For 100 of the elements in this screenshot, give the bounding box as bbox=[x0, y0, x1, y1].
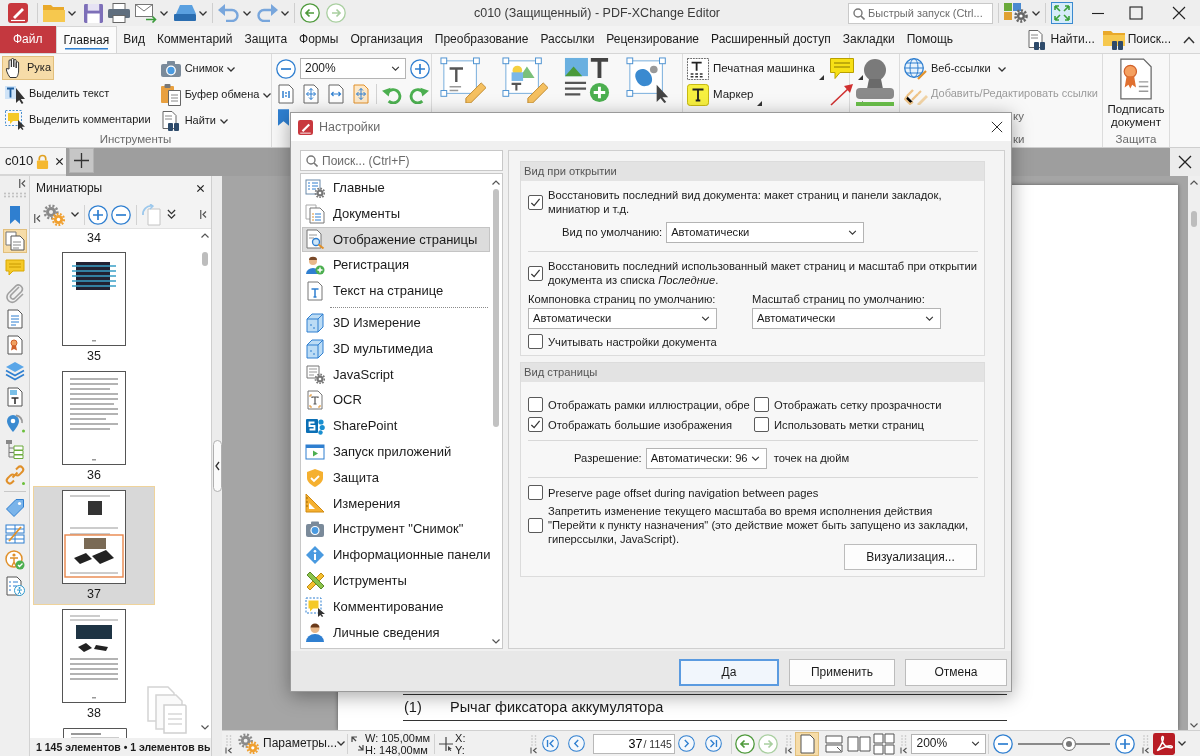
scanner-icon[interactable] bbox=[174, 5, 196, 21]
checkbox[interactable] bbox=[754, 417, 769, 433]
menu-tab[interactable]: Комментарий bbox=[150, 26, 239, 53]
fit-width-icon[interactable] bbox=[326, 84, 346, 104]
edit-image-frame-icon[interactable] bbox=[502, 57, 548, 103]
hand-tool-button[interactable]: Рука bbox=[2, 56, 54, 80]
checkbox[interactable] bbox=[528, 265, 543, 281]
category-item[interactable]: Регистрация bbox=[302, 252, 490, 279]
chevron-up-icon[interactable] bbox=[492, 180, 500, 185]
caret-icon[interactable] bbox=[1178, 741, 1187, 746]
collapse-arrow-icon[interactable] bbox=[200, 210, 207, 219]
envelope-icon[interactable] bbox=[135, 3, 157, 23]
fit-visible-icon[interactable] bbox=[351, 84, 371, 104]
thumbnail-item[interactable]: 35 bbox=[33, 248, 155, 367]
quick-launch-field[interactable]: Быстрый запуск (Ctrl... bbox=[848, 2, 993, 24]
plus-icon[interactable] bbox=[69, 148, 94, 173]
chevron-down-icon[interactable] bbox=[492, 639, 500, 644]
category-item[interactable]: 3D Измерение bbox=[302, 310, 490, 336]
previous-page-icon[interactable] bbox=[568, 735, 586, 752]
chevron-up-icon[interactable] bbox=[201, 233, 209, 238]
collapse-arrow-icon[interactable] bbox=[34, 214, 41, 223]
search-field[interactable]: Поиск... (Ctrl+F) bbox=[300, 150, 503, 171]
caret-icon[interactable] bbox=[199, 10, 207, 16]
close-icon[interactable] bbox=[196, 184, 205, 193]
zoom-in-icon[interactable] bbox=[410, 58, 430, 79]
category-item[interactable]: Инструмент "Снимок" bbox=[302, 516, 490, 543]
find-command-button[interactable]: Поиск... bbox=[1102, 26, 1171, 53]
checkbox[interactable] bbox=[528, 485, 543, 501]
collapse-arrow-icon[interactable] bbox=[1142, 733, 1151, 754]
stacked-pages-icon[interactable] bbox=[825, 734, 844, 753]
category-item[interactable]: SharePoint bbox=[302, 413, 490, 439]
category-item[interactable]: 3D мультимедиа bbox=[302, 335, 490, 362]
apply-button[interactable]: Применить bbox=[789, 659, 895, 686]
category-item[interactable]: Информационные панели bbox=[302, 542, 490, 568]
corner-arrow-icon[interactable] bbox=[857, 75, 863, 80]
next-page-icon[interactable] bbox=[678, 735, 696, 752]
actual-size-page-icon[interactable] bbox=[276, 84, 296, 104]
checkbox[interactable] bbox=[754, 397, 769, 413]
dropdown[interactable]: Автоматически bbox=[528, 308, 717, 330]
first-page-icon[interactable] bbox=[542, 735, 560, 752]
snapshot-button[interactable]: Снимок bbox=[157, 58, 239, 80]
options-button[interactable]: Параметры... bbox=[238, 733, 344, 754]
caret-icon[interactable] bbox=[1032, 10, 1040, 16]
zoom-out-icon[interactable] bbox=[111, 204, 131, 225]
category-item[interactable]: Защита bbox=[302, 464, 490, 491]
collapse-arrow-icon[interactable] bbox=[530, 733, 539, 754]
menu-tab[interactable]: Формы bbox=[293, 26, 345, 53]
fullscreen-icon[interactable] bbox=[1051, 2, 1073, 24]
thumbnail-item[interactable]: 34 bbox=[33, 229, 155, 248]
category-item[interactable]: Личные сведения bbox=[302, 619, 490, 646]
clipboard-button[interactable]: Буфер обмена bbox=[157, 83, 275, 107]
cancel-button[interactable]: Отмена bbox=[905, 659, 1007, 686]
collapse-arrow-icon[interactable] bbox=[225, 733, 233, 754]
category-item[interactable]: Текст на странице bbox=[302, 278, 490, 304]
double-chevron-icon[interactable] bbox=[167, 209, 176, 220]
thumbnail-item[interactable]: 37 bbox=[33, 486, 155, 605]
caret-icon[interactable] bbox=[160, 10, 168, 16]
collapse-arrow-icon[interactable] bbox=[785, 733, 794, 754]
menu-tab[interactable]: Закладки bbox=[836, 26, 901, 53]
category-item[interactable]: Главные bbox=[302, 175, 490, 201]
caret-icon[interactable] bbox=[71, 212, 79, 217]
chevron-up-icon[interactable] bbox=[1183, 36, 1195, 44]
checkbox[interactable] bbox=[528, 397, 543, 413]
menu-tab[interactable]: Вид bbox=[117, 26, 151, 53]
visualization-button[interactable]: Визуализация... bbox=[844, 544, 977, 571]
menu-tab[interactable]: Рассылки bbox=[534, 26, 601, 53]
typewriter-button[interactable]: Печатная машинка bbox=[687, 58, 824, 80]
scrollbar-thumb[interactable] bbox=[202, 252, 208, 266]
zoom-in-icon[interactable] bbox=[88, 204, 108, 225]
printer-icon[interactable] bbox=[108, 3, 130, 23]
menu-tab[interactable]: Главная bbox=[55, 26, 118, 53]
chevron-down-icon[interactable] bbox=[201, 725, 209, 730]
palette-gear-icon[interactable] bbox=[1004, 3, 1028, 23]
edit-text-frame-icon[interactable] bbox=[440, 57, 486, 103]
zoom-out-icon[interactable] bbox=[276, 58, 296, 79]
dropdown[interactable]: Автоматически: 96 bbox=[645, 448, 767, 470]
scrollbar-thumb[interactable] bbox=[1191, 211, 1197, 227]
last-page-icon[interactable] bbox=[705, 735, 723, 752]
document-tab[interactable]: c010 bbox=[0, 148, 66, 176]
thumbnail-item[interactable]: 36 bbox=[33, 367, 155, 486]
menu-tab[interactable]: Расширенный доступ bbox=[705, 26, 837, 53]
stamp-icon[interactable] bbox=[854, 58, 895, 106]
four-pages-icon[interactable] bbox=[873, 732, 896, 755]
menu-tab[interactable]: Организация bbox=[344, 26, 429, 53]
category-item[interactable]: OCR bbox=[302, 387, 490, 414]
checkbox[interactable] bbox=[528, 194, 543, 210]
category-item[interactable]: Комментирование bbox=[302, 593, 490, 620]
collapse-arrow-icon[interactable] bbox=[19, 179, 26, 188]
select-comments-button[interactable]: Выделить комментарии bbox=[2, 108, 154, 132]
category-item[interactable]: Измерения bbox=[302, 490, 490, 517]
ok-button[interactable]: Да bbox=[679, 659, 779, 686]
category-item[interactable]: Документы bbox=[302, 200, 490, 227]
collapse-arrow-icon[interactable] bbox=[900, 733, 909, 754]
gear-icon[interactable] bbox=[43, 203, 65, 226]
zoom-out-icon[interactable] bbox=[993, 733, 1014, 754]
caret-icon[interactable] bbox=[243, 10, 251, 16]
menu-tab[interactable]: Защита bbox=[238, 26, 294, 53]
chevron-up-icon[interactable] bbox=[1190, 180, 1198, 185]
select-text-button[interactable]: Выделить текст bbox=[2, 82, 113, 106]
thumbnail-item[interactable]: 38 bbox=[33, 605, 155, 724]
